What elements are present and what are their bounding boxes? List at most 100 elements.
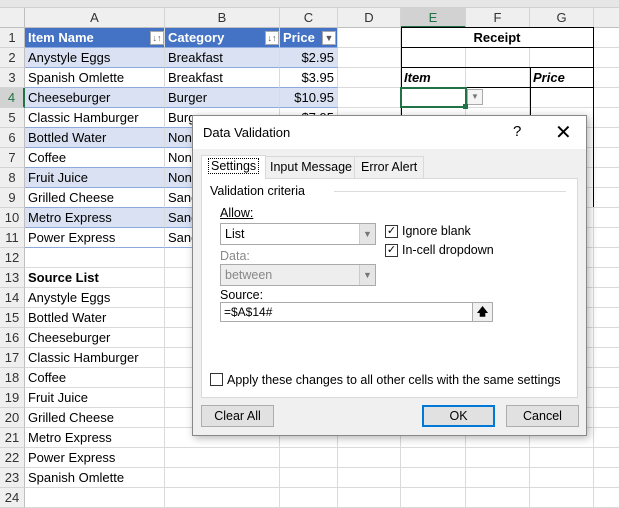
cell[interactable] bbox=[530, 468, 594, 488]
row-header-6[interactable]: 6 bbox=[0, 128, 25, 148]
source-list-item[interactable]: Power Express bbox=[25, 448, 165, 468]
cell[interactable] bbox=[466, 468, 530, 488]
help-icon[interactable]: ? bbox=[513, 123, 521, 140]
cell[interactable] bbox=[594, 108, 619, 128]
table-cell[interactable]: Breakfast bbox=[165, 68, 280, 88]
source-list-item[interactable]: Fruit Juice bbox=[25, 388, 165, 408]
source-list-item[interactable]: Cheeseburger bbox=[25, 328, 165, 348]
table-cell[interactable]: Power Express bbox=[25, 228, 165, 248]
cell[interactable] bbox=[594, 368, 619, 388]
cell[interactable] bbox=[401, 48, 466, 68]
source-list-item[interactable]: Spanish Omlette bbox=[25, 468, 165, 488]
cell[interactable] bbox=[338, 48, 401, 68]
row-header-20[interactable]: 20 bbox=[0, 408, 25, 428]
cell[interactable] bbox=[165, 488, 280, 508]
cell[interactable] bbox=[594, 48, 619, 68]
table-cell[interactable]: Grilled Cheese bbox=[25, 188, 165, 208]
cell[interactable] bbox=[401, 468, 466, 488]
table-cell[interactable]: Coffee bbox=[25, 148, 165, 168]
table-cell[interactable]: Anystyle Eggs bbox=[25, 48, 165, 68]
cell[interactable] bbox=[594, 468, 619, 488]
column-header-f[interactable]: F bbox=[466, 8, 530, 28]
row-header-17[interactable]: 17 bbox=[0, 348, 25, 368]
apply-all-checkbox[interactable] bbox=[210, 373, 223, 386]
source-input[interactable]: =$A$14# 🡅 bbox=[220, 302, 493, 322]
cell[interactable] bbox=[594, 428, 619, 448]
allow-select[interactable]: List ▼ bbox=[220, 223, 376, 245]
column-header-d[interactable]: D bbox=[338, 8, 401, 28]
cell[interactable] bbox=[530, 488, 594, 508]
table-cell[interactable]: Classic Hamburger bbox=[25, 108, 165, 128]
cell[interactable] bbox=[401, 488, 466, 508]
source-list-item[interactable]: Metro Express bbox=[25, 428, 165, 448]
table-cell[interactable]: Spanish Omlette bbox=[25, 68, 165, 88]
receipt-price-header[interactable]: Price bbox=[530, 68, 594, 88]
cell[interactable] bbox=[594, 328, 619, 348]
row-header-18[interactable]: 18 bbox=[0, 368, 25, 388]
tab-input-message[interactable]: Input Message bbox=[263, 156, 359, 178]
sort-filter-icon[interactable]: ↓↑ bbox=[265, 31, 279, 45]
chevron-down-icon[interactable]: ▼ bbox=[359, 224, 375, 244]
cell[interactable] bbox=[165, 468, 280, 488]
cell[interactable] bbox=[466, 448, 530, 468]
ignore-blank-checkbox[interactable]: ✓ bbox=[385, 225, 398, 238]
cell[interactable] bbox=[280, 448, 338, 468]
column-header-c[interactable]: C bbox=[280, 8, 338, 28]
row-header-15[interactable]: 15 bbox=[0, 308, 25, 328]
cell[interactable] bbox=[280, 488, 338, 508]
cell[interactable] bbox=[594, 128, 619, 148]
sort-filter-icon[interactable]: ↓↑ bbox=[150, 31, 164, 45]
cell[interactable] bbox=[594, 288, 619, 308]
row-header-14[interactable]: 14 bbox=[0, 288, 25, 308]
cell[interactable] bbox=[466, 48, 530, 68]
row-header-9[interactable]: 9 bbox=[0, 188, 25, 208]
row-header-12[interactable]: 12 bbox=[0, 248, 25, 268]
row-header-4[interactable]: 4 bbox=[0, 88, 25, 108]
cell[interactable] bbox=[338, 468, 401, 488]
row-header-8[interactable]: 8 bbox=[0, 168, 25, 188]
row-header-13[interactable]: 13 bbox=[0, 268, 25, 288]
source-list-item[interactable]: Anystyle Eggs bbox=[25, 288, 165, 308]
row-header-7[interactable]: 7 bbox=[0, 148, 25, 168]
cell[interactable] bbox=[594, 28, 619, 48]
cell-dropdown-icon[interactable]: ▼ bbox=[467, 89, 483, 105]
collapse-range-icon[interactable]: 🡅 bbox=[472, 303, 492, 321]
column-header-a[interactable]: A bbox=[25, 8, 165, 28]
clear-all-button[interactable]: Clear All bbox=[201, 405, 274, 427]
cell[interactable] bbox=[530, 88, 594, 108]
filter-dropdown-icon[interactable]: ▼ bbox=[322, 31, 336, 45]
row-header-24[interactable]: 24 bbox=[0, 488, 25, 508]
row-header-22[interactable]: 22 bbox=[0, 448, 25, 468]
cell[interactable] bbox=[25, 248, 165, 268]
cell[interactable] bbox=[401, 448, 466, 468]
fill-handle[interactable] bbox=[463, 104, 468, 109]
cell[interactable] bbox=[594, 88, 619, 108]
row-header-19[interactable]: 19 bbox=[0, 388, 25, 408]
cell[interactable] bbox=[338, 88, 401, 108]
cell[interactable] bbox=[594, 308, 619, 328]
table-cell[interactable]: Fruit Juice bbox=[25, 168, 165, 188]
column-header-e[interactable]: E bbox=[401, 8, 466, 28]
row-header-21[interactable]: 21 bbox=[0, 428, 25, 448]
row-header-2[interactable]: 2 bbox=[0, 48, 25, 68]
cell[interactable] bbox=[594, 148, 619, 168]
active-cell-e4[interactable] bbox=[400, 87, 467, 108]
in-cell-dropdown-checkbox[interactable]: ✓ bbox=[385, 244, 398, 257]
cell[interactable] bbox=[280, 468, 338, 488]
source-list-item[interactable]: Grilled Cheese bbox=[25, 408, 165, 428]
cell[interactable] bbox=[165, 448, 280, 468]
cell[interactable] bbox=[338, 68, 401, 88]
table-cell[interactable]: Cheeseburger bbox=[25, 88, 165, 108]
cell[interactable] bbox=[530, 448, 594, 468]
cell[interactable] bbox=[594, 388, 619, 408]
row-header-16[interactable]: 16 bbox=[0, 328, 25, 348]
cell[interactable] bbox=[594, 268, 619, 288]
column-header-g[interactable]: G bbox=[530, 8, 594, 28]
column-header-b[interactable]: B bbox=[165, 8, 280, 28]
table-cell[interactable]: Bottled Water bbox=[25, 128, 165, 148]
cell[interactable] bbox=[594, 68, 619, 88]
source-list-item[interactable]: Classic Hamburger bbox=[25, 348, 165, 368]
dialog-titlebar[interactable]: Data Validation ? ✕ bbox=[193, 116, 586, 149]
column-header-h[interactable] bbox=[594, 8, 619, 28]
table-cell[interactable]: Burger bbox=[165, 88, 280, 108]
